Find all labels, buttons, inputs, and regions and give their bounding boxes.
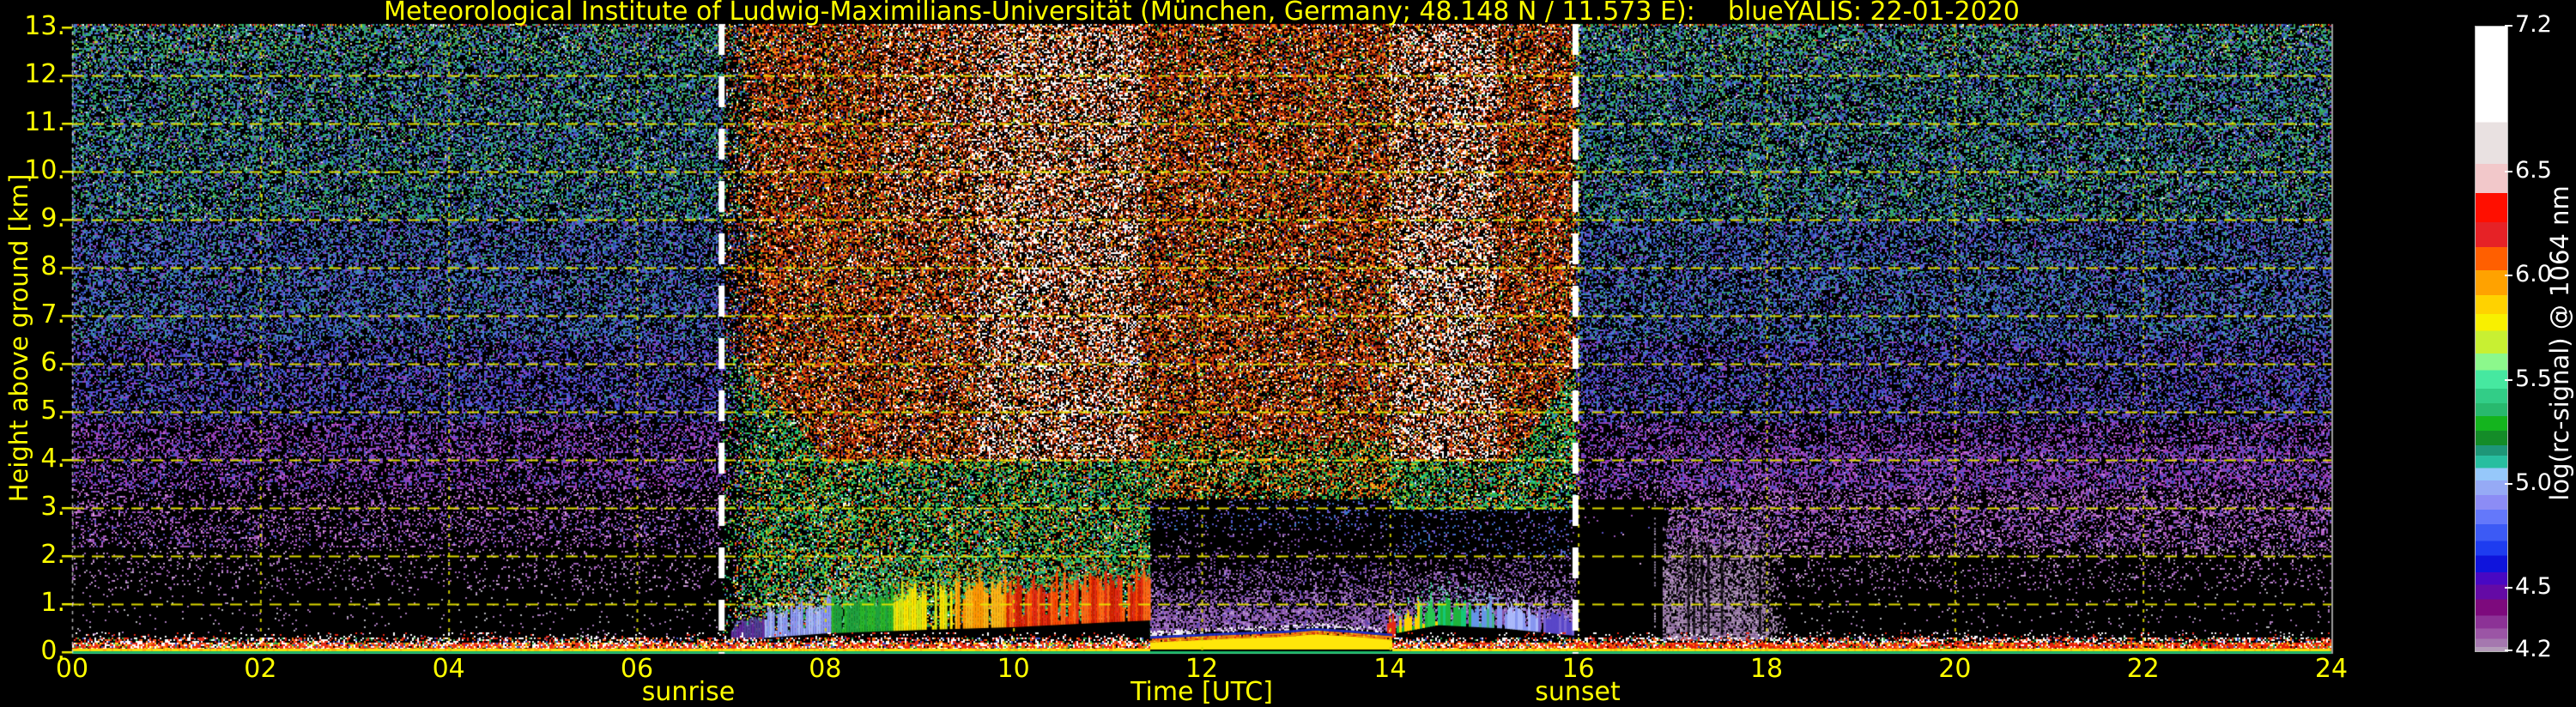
colorbar-axis-label: log(rc-signal) @ 1064 nm (2545, 185, 2574, 501)
colorbar-tick-label: 5.0 (2515, 468, 2552, 496)
colorbar-tick (2505, 378, 2512, 381)
x-tick-label: 06 (620, 654, 654, 684)
y-tick-label: 8. (40, 251, 65, 281)
x-tick-label: 22 (2126, 654, 2160, 684)
y-tick-label: 7. (40, 299, 65, 329)
plot-canvas (0, 0, 2576, 707)
colorbar-tick-label: 6.0 (2515, 261, 2552, 288)
y-tick-label: 12. (24, 59, 65, 89)
colorbar-tick (2505, 650, 2512, 651)
y-tick-label: 6. (40, 347, 65, 378)
page-title: Meteorological Institute of Ludwig-Maxim… (384, 0, 2020, 27)
y-tick-label: 2. (40, 540, 65, 570)
colorbar-tick-label: 7.2 (2515, 11, 2552, 38)
colorbar-tick (2505, 275, 2512, 277)
x-tick-label: 02 (244, 654, 277, 684)
y-tick-label: 5. (40, 396, 65, 426)
x-tick-label: 00 (55, 654, 89, 684)
y-tick-label: 9. (40, 203, 65, 233)
colorbar-tick (2505, 25, 2512, 27)
colorbar-tick-label: 4.2 (2515, 636, 2552, 662)
y-tick-label: 3. (40, 492, 65, 522)
colorbar-tick (2505, 587, 2512, 589)
x-tick-label: 12 (1185, 654, 1219, 684)
lidar-quicklook-figure: Meteorological Institute of Ludwig-Maxim… (0, 0, 2576, 707)
colorbar-tick (2505, 170, 2512, 172)
colorbar (2475, 26, 2508, 652)
y-tick-label: 13. (24, 11, 65, 41)
x-tick-label: 18 (1749, 654, 1784, 684)
x-tick-label: 08 (809, 654, 842, 684)
x-tick-label: 16 (1561, 654, 1595, 684)
y-tick-label: 1. (40, 588, 65, 618)
x-tick-label: 10 (997, 654, 1030, 684)
y-tick-label: 4. (40, 444, 65, 474)
colorbar-tick-label: 6.5 (2515, 156, 2552, 184)
x-tick-label: 04 (432, 654, 465, 684)
colorbar-tick-label: 4.5 (2515, 573, 2552, 601)
x-tick-label: 20 (1938, 654, 1972, 684)
colorbar-tick (2505, 482, 2512, 485)
x-tick-label: 14 (1373, 654, 1407, 684)
colorbar-tick-label: 5.5 (2515, 365, 2552, 392)
x-tick-label: 24 (2314, 654, 2349, 684)
y-tick-label: 10. (24, 155, 65, 185)
y-tick-label: 11. (24, 107, 65, 137)
